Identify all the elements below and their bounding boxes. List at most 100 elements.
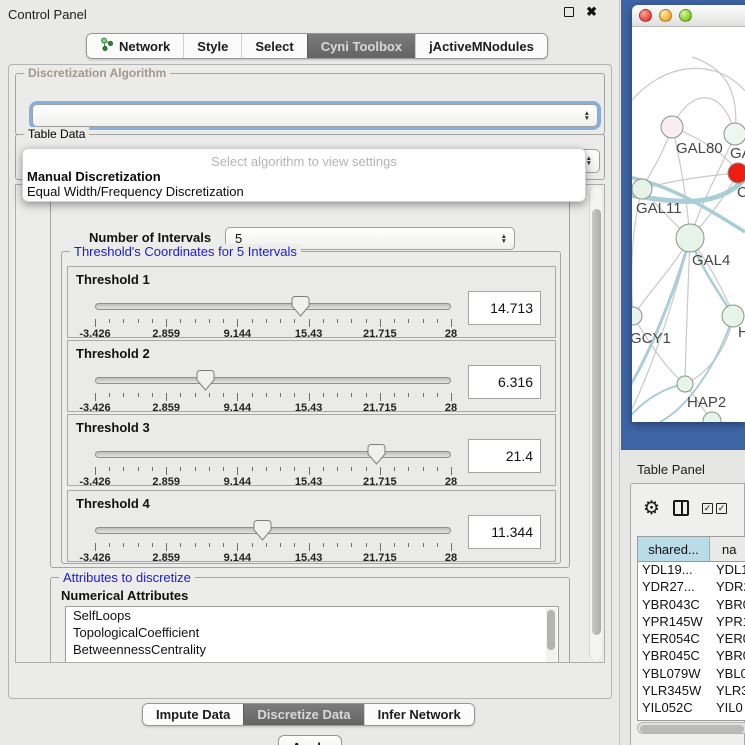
cell-name: YPR1 — [710, 614, 745, 631]
network-node[interactable] — [632, 307, 642, 325]
tab-label: Style — [197, 39, 228, 54]
tick-mark — [166, 319, 167, 327]
network-node[interactable] — [676, 224, 704, 252]
tab-infer-network[interactable]: Infer Network — [364, 704, 474, 725]
tab-select[interactable]: Select — [241, 34, 306, 58]
tab-jactivemnodules[interactable]: jActiveMNodules — [415, 34, 547, 58]
tab-impute-data[interactable]: Impute Data — [143, 704, 243, 725]
network-node[interactable] — [632, 179, 652, 199]
slider-ticks — [95, 319, 451, 327]
cyni-toolbox-panel: Discretization Algorithm ▲▼ Table Data g… — [8, 64, 612, 699]
apply-button[interactable]: Apply — [278, 735, 342, 745]
tick-mark — [109, 393, 110, 397]
list-scrollbar[interactable] — [546, 608, 557, 663]
network-edge — [685, 238, 690, 384]
control-panel-titlebar: Control Panel ✖ — [0, 0, 619, 28]
threshold-panel: Threshold 4-3.4262.8599.14415.4321.71528… — [67, 490, 556, 562]
popup-option[interactable]: Equal Width/Frequency Discretization — [27, 184, 244, 199]
checkbox-icon[interactable]: ✓ — [702, 503, 713, 514]
node-table[interactable]: shared... na YDL19...YDL1YDR27...YDR2YBR… — [637, 536, 745, 721]
algorithm-select[interactable]: ▲▼ — [32, 104, 598, 127]
tick-mark — [166, 543, 167, 551]
slider-track[interactable] — [95, 527, 451, 534]
numerical-attributes-list[interactable]: SelfLoopsTopologicalCoefficientBetweenne… — [65, 606, 559, 663]
gear-icon[interactable]: ⚙ — [643, 497, 660, 520]
minimize-traffic-light-icon[interactable] — [659, 9, 672, 22]
tick-mark — [209, 467, 210, 471]
columns-icon[interactable] — [673, 500, 689, 516]
slider-scale: -3.4262.8599.14415.4321.71528 — [95, 476, 451, 487]
tick-mark — [109, 319, 110, 323]
scale-label: -3.426 — [79, 328, 110, 340]
table-row[interactable]: YPR145WYPR1 — [638, 614, 745, 631]
tab-network[interactable]: Network — [87, 34, 183, 58]
table-row[interactable]: YIL052CYIL0 — [638, 700, 745, 717]
network-node[interactable] — [703, 412, 721, 422]
checkbox-icon[interactable]: ✓ — [716, 503, 727, 514]
table-horizontal-scrollbar[interactable] — [637, 722, 745, 734]
tick-mark — [408, 543, 409, 547]
table-row[interactable]: YDR27...YDR2 — [638, 579, 745, 596]
table-row[interactable]: YLR345WYLR3 — [638, 683, 745, 700]
node-label: GAL80 — [676, 140, 723, 157]
column-header-name[interactable]: na — [710, 537, 745, 561]
network-node[interactable] — [728, 163, 745, 183]
tab-cyni-toolbox[interactable]: Cyni Toolbox — [307, 34, 415, 58]
close-icon[interactable]: ✖ — [586, 7, 597, 17]
tab-style[interactable]: Style — [183, 34, 241, 58]
panel-scrollbar[interactable] — [589, 187, 602, 660]
table-row[interactable]: YDL19...YDL1 — [638, 562, 745, 579]
slider-track[interactable] — [95, 303, 451, 310]
threshold-value-field[interactable]: 21.4 — [468, 439, 541, 473]
network-node[interactable] — [677, 376, 693, 392]
threshold-value-field[interactable]: 6.316 — [468, 365, 541, 399]
node-label: GA — [730, 145, 745, 162]
tick-mark — [323, 319, 324, 323]
slider-track[interactable] — [95, 451, 451, 458]
tick-mark — [451, 393, 452, 401]
list-scrollbar-thumb[interactable] — [547, 610, 555, 650]
float-window-icon[interactable] — [564, 7, 574, 17]
tick-mark — [309, 393, 310, 401]
list-item[interactable]: TopologicalCoefficient — [66, 624, 558, 641]
tab-discretize-data[interactable]: Discretize Data — [243, 704, 363, 725]
network-canvas[interactable]: GAL80GACGAL11GAL4GCY1HHAP2 — [632, 27, 745, 422]
slider-thumb[interactable] — [291, 296, 310, 317]
slider-thumb[interactable] — [253, 520, 272, 541]
table-row[interactable]: YBL079WYBL0 — [638, 666, 745, 683]
scale-label: 15.43 — [295, 328, 323, 340]
node-label: GCY1 — [632, 330, 671, 347]
tick-mark — [323, 467, 324, 471]
table-row[interactable]: YBR043CYBR0 — [638, 597, 745, 614]
cell-shared-name: YDL19... — [638, 562, 710, 579]
table-row[interactable]: YER054CYER0 — [638, 631, 745, 648]
scale-label: -3.426 — [79, 476, 110, 488]
column-header-shared-name[interactable]: shared... — [638, 537, 710, 561]
network-node[interactable] — [661, 116, 683, 138]
list-item[interactable]: BetweennessCentrality — [66, 641, 558, 658]
threshold-value-field[interactable]: 14.713 — [468, 291, 541, 325]
cell-name: YIL0 — [710, 700, 745, 717]
close-traffic-light-icon[interactable] — [639, 9, 652, 22]
tick-mark — [351, 467, 352, 471]
slider-track[interactable] — [95, 377, 451, 384]
table-row[interactable]: YBR045CYBR0 — [638, 648, 745, 665]
threshold-value-field[interactable]: 11.344 — [468, 515, 541, 549]
numerical-attributes-label: Numerical Attributes — [61, 588, 188, 603]
network-node[interactable] — [724, 123, 745, 145]
panel-scrollbar-thumb[interactable] — [592, 209, 601, 635]
slider-thumb[interactable] — [196, 370, 215, 391]
popup-option[interactable]: Manual Discretization — [27, 169, 161, 184]
zoom-traffic-light-icon[interactable] — [679, 9, 692, 22]
tick-mark — [437, 319, 438, 323]
list-item[interactable]: SelfLoops — [66, 607, 558, 624]
table-body: YDL19...YDL1YDR27...YDR2YBR043CYBR0YPR14… — [638, 562, 745, 718]
scale-label: 9.144 — [224, 402, 252, 414]
scale-label: 28 — [445, 328, 457, 340]
slider-thumb[interactable] — [367, 444, 386, 465]
cell-name: YDL1 — [710, 562, 745, 579]
table-scrollbar-thumb[interactable] — [640, 725, 744, 733]
right-region: GAL80GACGAL11GAL4GCY1HHAP2 Table Panel ⚙… — [621, 0, 745, 745]
tick-mark — [266, 393, 267, 397]
cell-shared-name: YER054C — [638, 631, 710, 648]
